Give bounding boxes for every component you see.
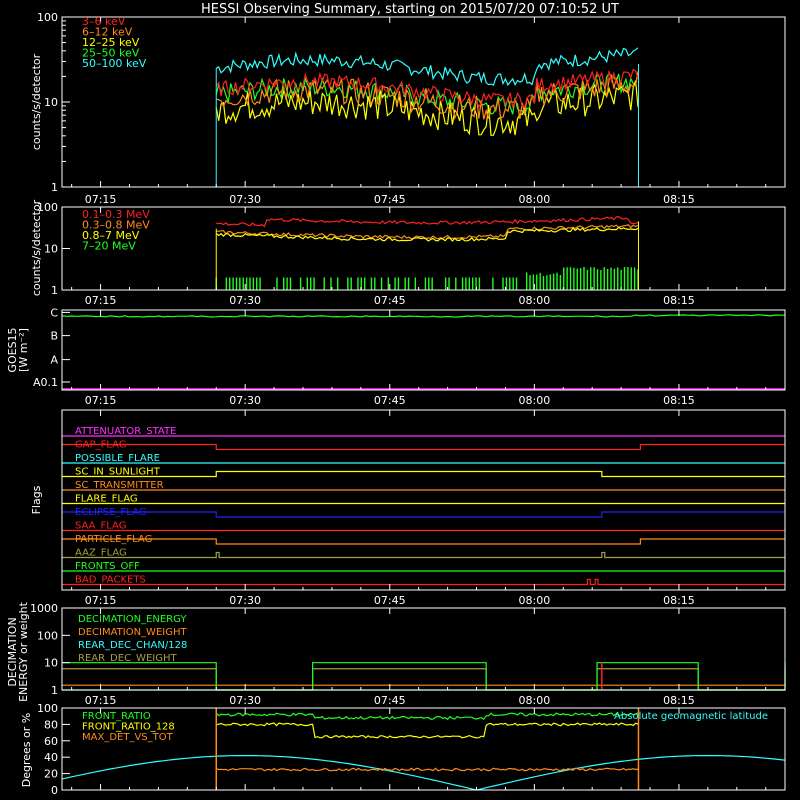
y-tick-label: A0.1	[33, 376, 58, 389]
legend-orange: DECIMATION_WEIGHT	[78, 627, 187, 638]
flag-line-6	[62, 511, 785, 518]
flag-line-1	[62, 443, 785, 451]
y-axis-label: counts/s/detector	[30, 199, 43, 296]
goes-panel: CBAA0.1GOES15[W m⁻²]07:15 07:30 07:45 08:00…	[6, 306, 786, 407]
x-tick-label: 07:45	[374, 594, 406, 607]
x-tick-label: 08:15	[663, 694, 695, 707]
y-tick-label: 10	[44, 96, 58, 109]
hessi-summary-figure: HESSI Observing Summary, starting on 201…	[6, 2, 786, 797]
series-orange	[216, 224, 639, 240]
x-tick-label: 08:00	[519, 294, 551, 307]
y-tick-label: 40	[44, 751, 58, 764]
flag-line-3	[62, 470, 785, 478]
series-cyan	[61, 755, 786, 791]
y-tick-label: 100	[37, 702, 58, 715]
y-tick-label: 0	[51, 784, 58, 797]
legend-green: DECIMATION_ENERGY	[78, 614, 187, 625]
x-tick-label: 08:00	[519, 694, 551, 707]
flag-line-9	[62, 551, 785, 559]
legend-orange: MAX_DET_VS_TOT	[82, 732, 174, 743]
x-tick-label: 07:15	[85, 394, 117, 407]
y-tick-label: C	[50, 306, 58, 319]
y-tick-label: 1	[51, 684, 58, 697]
y-tick-label: 60	[44, 735, 58, 748]
flag-label-10: FRONTS_OFF	[75, 561, 140, 572]
series-green	[215, 712, 639, 721]
y-tick-label: 1000	[30, 602, 58, 615]
flag-label-9: AAZ_FLAG	[75, 548, 127, 559]
legend-yellow: FRONT_RATIO_128	[82, 722, 175, 733]
x-tick-label: 07:30	[229, 294, 261, 307]
y-tick-label: A	[50, 354, 58, 367]
flag-label-0: ATTENUATOR_STATE	[75, 426, 176, 437]
y-tick-label: B	[50, 330, 58, 343]
gamma-panel: 110100counts/s/detector 0.1–0.3 MeV0.3–0.…	[30, 199, 786, 307]
flag-label-3: SC_IN_SUNLIGHT	[75, 467, 161, 478]
series-olive	[62, 668, 786, 691]
y-tick-label: 1	[51, 181, 58, 194]
x-tick-label: 08:15	[663, 193, 695, 206]
x-tick-label: 07:45	[374, 294, 406, 307]
x-tick-label: 07:15	[85, 193, 117, 206]
y-tick-label: 100	[37, 629, 58, 642]
figure-title: HESSI Observing Summary, starting on 201…	[201, 2, 619, 17]
decimation-panel: 1101001000DECIMATIONENERGY or weight DECI…	[6, 601, 786, 707]
y-tick-label: 10	[44, 657, 58, 670]
x-tick-label: 08:00	[519, 394, 551, 407]
legend-green: 7–20 MeV	[82, 240, 136, 253]
y-axis-label-2: ENERGY or weight	[17, 601, 30, 701]
latitude-annotation: Absolute geomagnetic latitude	[614, 711, 768, 722]
x-tick-label: 07:45	[374, 193, 406, 206]
y-axis-unit: [W m⁻²]	[17, 328, 30, 372]
x-tick-label: 07:45	[374, 394, 406, 407]
y-axis-label: counts/s/detector	[30, 53, 43, 150]
flag-line-8	[62, 538, 785, 545]
x-tick-label: 08:00	[519, 594, 551, 607]
x-tick-label: 08:15	[663, 294, 695, 307]
series-red	[216, 215, 639, 228]
panels-group: 110100counts/s/detector3–6 keV6–12 keV12…	[6, 11, 786, 797]
y-axis-label: Flags	[30, 485, 43, 514]
x-tick-label: 07:30	[229, 694, 261, 707]
series-yellow	[215, 226, 639, 242]
legend-olive: REAR_DEC_WEIGHT	[78, 653, 177, 664]
legend-cyan: 50–100 keV	[82, 57, 147, 70]
legend-green: FRONT_RATIO	[82, 711, 151, 722]
flag-label-2: POSSIBLE_FLARE	[75, 453, 160, 464]
x-tick-label: 08:15	[663, 594, 695, 607]
x-tick-label: 08:15	[663, 394, 695, 407]
flags-panel: ATTENUATOR_STATEGAP_FLAGPOSSIBLE_FLARESC…	[30, 409, 786, 607]
x-tick-label: 07:45	[374, 694, 406, 707]
series-orange	[216, 767, 639, 772]
y-axis-label: Degrees or %	[20, 713, 33, 787]
legend-cyan: REAR_DEC_CHAN/128	[78, 640, 187, 651]
goes-frame	[61, 309, 786, 391]
x-tick-label: 07:15	[85, 594, 117, 607]
series-green	[62, 662, 786, 691]
flags-frame	[61, 409, 786, 591]
x-tick-label: 07:15	[85, 694, 117, 707]
flag-label-5: FLARE_FLAG	[75, 494, 138, 505]
y-tick-label: 20	[44, 768, 58, 781]
flag-line-11	[62, 578, 785, 586]
ratio-panel: 0 20 40 60 80 100 Degrees or % FRONT_RATIOFRONT…	[20, 702, 786, 797]
x-tick-label: 07:30	[229, 594, 261, 607]
flag-label-4: SC_TRANSMITTER	[75, 480, 164, 491]
x-tick-label: 07:30	[229, 394, 261, 407]
y-tick-label: 80	[44, 718, 58, 731]
gamma-frame	[61, 206, 786, 291]
goes-series	[61, 314, 785, 318]
y-tick-label: 10	[44, 243, 58, 256]
x-tick-label: 08:00	[519, 193, 551, 206]
flag-label-7: SAA_FLAG	[75, 521, 126, 532]
series-yellow	[216, 722, 639, 739]
x-tick-label: 07:15	[85, 294, 117, 307]
lightcurve-panel: 110100counts/s/detector3–6 keV6–12 keV12…	[30, 11, 786, 206]
y-tick-label: 1	[51, 284, 58, 297]
series-green	[215, 266, 639, 290]
x-tick-label: 07:30	[229, 193, 261, 206]
flag-label-11: BAD_PACKETS	[75, 575, 146, 586]
y-tick-label: 100	[37, 11, 58, 24]
